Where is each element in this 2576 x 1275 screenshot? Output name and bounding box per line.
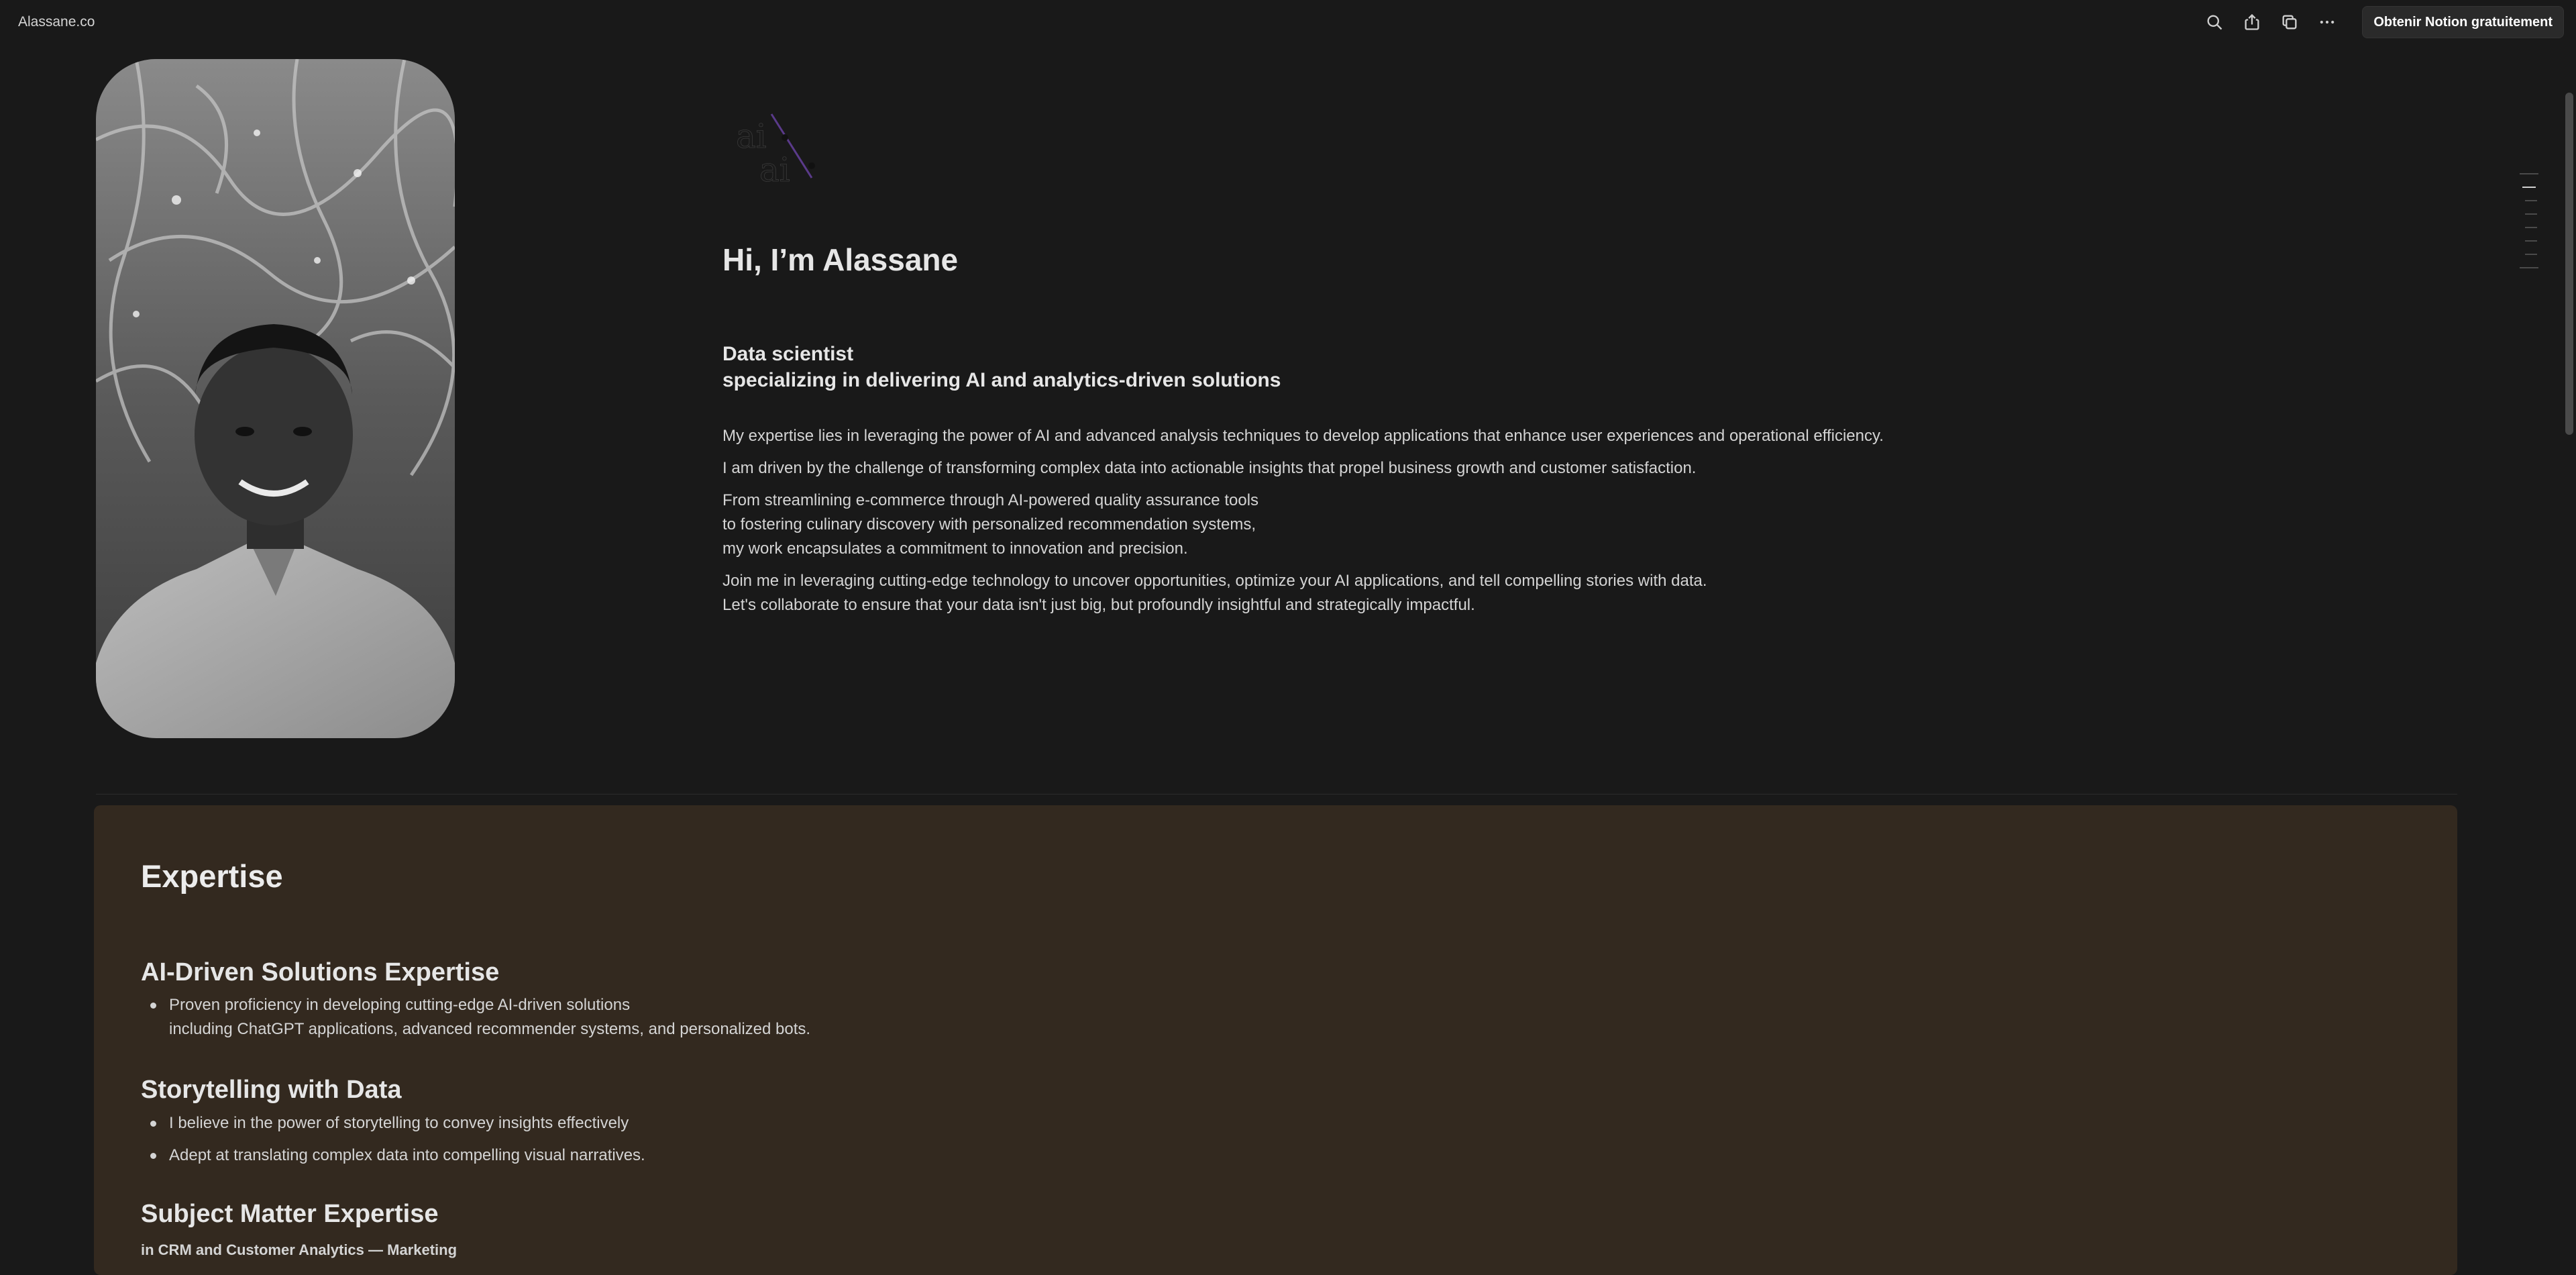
hero-body: My expertise lies in leveraging the powe…	[722, 424, 1884, 625]
role-line: specializing in delivering AI and analyt…	[722, 369, 1281, 391]
hero-role: Data scientist specializing in deliverin…	[722, 341, 1281, 393]
intro-line: I am driven by the challenge of transfor…	[722, 459, 1697, 477]
expertise-title: Expertise	[141, 858, 283, 894]
table-of-contents[interactable]	[2520, 173, 2538, 280]
list-item: I believe in the power of storytelling t…	[141, 1111, 645, 1135]
toc-marker[interactable]	[2525, 213, 2537, 215]
list-item: Adept at translating complex data into c…	[141, 1143, 645, 1168]
intro-line: my work encapsulates a commitment to inn…	[722, 540, 1188, 558]
intro-line: Let's collaborate to ensure that your da…	[722, 596, 1475, 614]
intro-line: From streamlining e-commerce through AI-…	[722, 491, 1259, 509]
site-title[interactable]: Alassane.co	[18, 0, 95, 44]
intro-paragraph: Join me in leveraging cutting-edge techn…	[722, 569, 1884, 617]
toc-marker[interactable]	[2520, 173, 2538, 174]
intro-paragraph: My expertise lies in leveraging the powe…	[722, 424, 1884, 448]
list-item-text: I believe in the power of storytelling t…	[169, 1114, 629, 1132]
get-notion-button[interactable]: Obtenir Notion gratuitement	[2362, 6, 2564, 38]
more-icon[interactable]	[2308, 3, 2346, 41]
section-heading: AI-Driven Solutions Expertise	[141, 958, 500, 986]
toc-marker[interactable]	[2520, 267, 2538, 268]
list-item-text: Proven proficiency in developing cutting…	[169, 996, 631, 1014]
intro-paragraph: From streamlining e-commerce through AI-…	[722, 489, 1884, 561]
page-title: Hi, I’m Alassane	[722, 242, 959, 277]
bullet-list: Proven proficiency in developing cutting…	[141, 993, 810, 1050]
scrollbar-thumb[interactable]	[2565, 93, 2573, 435]
intro-paragraph: I am driven by the challenge of transfor…	[722, 456, 1884, 480]
toc-marker[interactable]	[2525, 240, 2537, 242]
expertise-callout: Expertise AI-Driven Solutions Expertise …	[94, 805, 2457, 1275]
subject-line: in CRM and Customer Analytics — Marketin…	[141, 1241, 458, 1258]
toc-marker[interactable]	[2525, 227, 2537, 228]
bullet-list: I believe in the power of storytelling t…	[141, 1111, 645, 1176]
share-icon[interactable]	[2233, 3, 2271, 41]
logo-text-bottom: ai	[759, 150, 790, 189]
ai-logo: ai ai	[733, 111, 820, 191]
duplicate-icon[interactable]	[2271, 3, 2308, 41]
toc-marker[interactable]	[2525, 254, 2537, 255]
search-icon[interactable]	[2196, 3, 2233, 41]
section-heading: Subject Matter Expertise	[141, 1200, 439, 1228]
list-item-text: including ChatGPT applications, advanced…	[169, 1020, 811, 1038]
section-divider	[96, 794, 2457, 795]
intro-line: to fostering culinary discovery with per…	[722, 515, 1256, 533]
top-bar: Alassane.co Obtenir Notion gratuitement	[0, 0, 2576, 44]
list-item-text: Adept at translating complex data into c…	[169, 1146, 645, 1164]
toc-marker[interactable]	[2525, 200, 2537, 201]
intro-line: Join me in leveraging cutting-edge techn…	[722, 572, 1707, 590]
intro-line: My expertise lies in leveraging the powe…	[722, 427, 1884, 445]
profile-photo	[96, 59, 455, 738]
list-item: Proven proficiency in developing cutting…	[141, 993, 810, 1041]
role-line: Data scientist	[722, 343, 854, 365]
toc-marker-active[interactable]	[2522, 187, 2536, 188]
top-actions: Obtenir Notion gratuitement	[2196, 0, 2564, 44]
section-heading: Storytelling with Data	[141, 1076, 402, 1104]
